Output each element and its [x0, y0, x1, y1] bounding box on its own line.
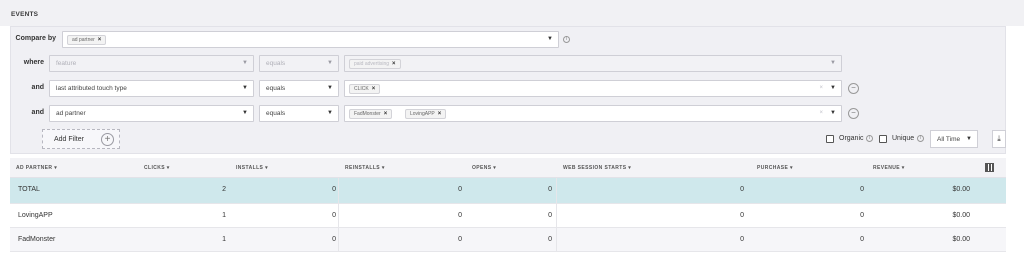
chevron-down-icon[interactable]: ▼	[327, 60, 333, 66]
chevron-down-icon[interactable]: ▼	[966, 136, 972, 142]
table-row[interactable]: FadMonster 1 0 0 0 0 0 $0.00	[10, 228, 1006, 252]
column-header-revenue[interactable]: REVENUE ▾	[873, 165, 905, 171]
remove-tag-icon[interactable]: ×	[372, 86, 376, 92]
plus-circle-icon: +	[101, 133, 114, 146]
filter-connector: where	[23, 59, 44, 66]
section-title: EVENTS	[11, 11, 39, 18]
compare-by-tag: ad partner ×	[67, 35, 107, 45]
chevron-down-icon[interactable]: ▼	[830, 60, 836, 66]
column-divider	[338, 178, 339, 203]
table-row[interactable]: TOTAL 2 0 0 0 0 0 $0.00	[10, 178, 1006, 204]
filter-value-tag: CLICK ×	[349, 84, 381, 94]
filter-values-select[interactable]: CLICK × × ▼	[344, 80, 842, 97]
events-header: EVENTS	[0, 0, 1024, 26]
column-divider	[338, 228, 339, 251]
chevron-down-icon[interactable]: ▼	[242, 110, 248, 116]
filter-value-tag: LovingAPP ×	[405, 109, 447, 119]
remove-tag-icon[interactable]: ×	[438, 111, 442, 117]
minus-circle-icon[interactable]: −	[848, 108, 859, 119]
time-range-select[interactable]: All Time ▼	[930, 130, 978, 148]
filter-field-select[interactable]: feature ▼	[49, 55, 254, 72]
chevron-down-icon[interactable]: ▼	[830, 85, 836, 91]
remove-tag-icon[interactable]: ×	[384, 111, 388, 117]
column-header-purchase[interactable]: PURCHASE ▾	[757, 165, 793, 171]
filter-field-select[interactable]: last attributed touch type ▼	[49, 80, 254, 97]
remove-tag-icon[interactable]: ×	[392, 61, 396, 67]
column-header-installs[interactable]: INSTALLS ▾	[236, 165, 268, 171]
organic-label: Organic	[839, 135, 864, 142]
clear-icon[interactable]: ×	[819, 110, 823, 116]
add-filter-button[interactable]: Add Filter +	[42, 129, 120, 149]
chevron-down-icon[interactable]: ▼	[242, 85, 248, 91]
table-row[interactable]: LovingAPP 1 0 0 0 0 0 $0.00	[10, 204, 1006, 228]
filter-values-select[interactable]: paid advertising × ▼	[344, 55, 842, 72]
unique-label: Unique	[892, 135, 915, 142]
chevron-down-icon[interactable]: ▼	[242, 60, 248, 66]
column-header-clicks[interactable]: CLICKS ▾	[144, 165, 170, 171]
column-header-ad-partner[interactable]: AD PARTNER ▾	[16, 165, 57, 171]
organic-checkbox[interactable]	[826, 135, 834, 143]
column-header-reinstalls[interactable]: REINSTALLS ▾	[345, 165, 385, 171]
minus-circle-icon[interactable]: −	[848, 83, 859, 94]
column-header-web-session-starts[interactable]: WEB SESSION STARTS ▾	[563, 165, 631, 171]
chevron-down-icon[interactable]: ▼	[327, 85, 333, 91]
clear-icon[interactable]: ×	[819, 85, 823, 91]
filter-operator-select[interactable]: equals ▼	[259, 80, 339, 97]
info-icon[interactable]: i	[563, 36, 570, 43]
column-divider	[338, 204, 339, 227]
info-icon[interactable]: i	[866, 135, 873, 142]
column-divider	[556, 204, 557, 227]
filter-value-tag: FadMonster ×	[349, 109, 393, 119]
columns-icon[interactable]	[985, 163, 994, 172]
remove-tag-icon[interactable]: ×	[98, 37, 102, 43]
filter-operator-select[interactable]: equals ▼	[259, 105, 339, 122]
filter-operator-select[interactable]: equals ▼	[259, 55, 339, 72]
unique-checkbox[interactable]	[879, 135, 887, 143]
filter-connector: and	[31, 84, 44, 91]
filter-value-tag: paid advertising ×	[349, 59, 401, 69]
download-icon[interactable]: ⤓	[992, 130, 1006, 148]
compare-by-select[interactable]: ad partner × ▼	[62, 31, 559, 48]
filter-values-select[interactable]: FadMonster × LovingAPP × × ▼	[344, 105, 842, 122]
table-header: AD PARTNER ▾ CLICKS ▾ INSTALLS ▾ REINSTA…	[10, 158, 1006, 178]
column-divider	[556, 228, 557, 251]
filter-field-select[interactable]: ad partner ▼	[49, 105, 254, 122]
column-divider	[556, 178, 557, 203]
compare-by-label: Compare by	[15, 35, 56, 42]
chevron-down-icon[interactable]: ▼	[327, 110, 333, 116]
chevron-down-icon[interactable]: ▼	[547, 36, 553, 42]
results-table: AD PARTNER ▾ CLICKS ▾ INSTALLS ▾ REINSTA…	[10, 158, 1006, 252]
info-icon[interactable]: i	[917, 135, 924, 142]
chevron-down-icon[interactable]: ▼	[830, 110, 836, 116]
column-header-opens[interactable]: OPENS ▾	[472, 165, 496, 171]
filter-connector: and	[31, 109, 44, 116]
